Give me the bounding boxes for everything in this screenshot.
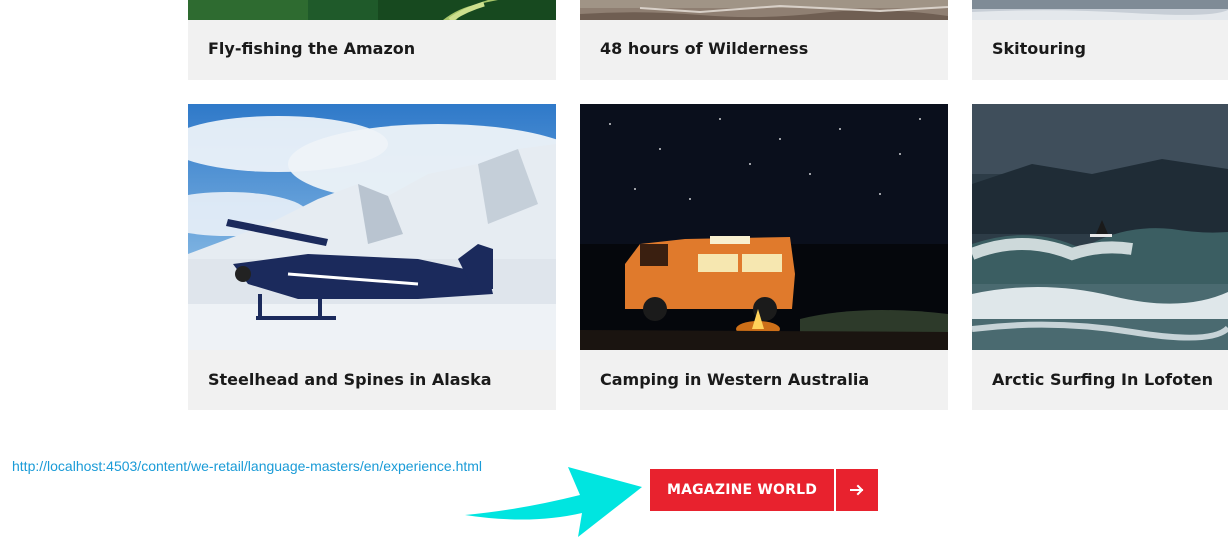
card-title: 48 hours of Wilderness: [600, 39, 809, 58]
surfer-wave-photo: [972, 104, 1228, 350]
rocky-shore-photo: [580, 0, 948, 20]
status-bar-url: http://localhost:4503/content/we-retail/…: [12, 458, 483, 474]
card-fly-fishing-amazon[interactable]: Fly-fishing the Amazon: [188, 0, 556, 80]
card-48-hours-wilderness[interactable]: 48 hours of Wilderness: [580, 0, 948, 80]
magazine-world-label: MAGAZINE WORLD: [666, 482, 818, 498]
snow-slope-photo: [972, 0, 1228, 20]
card-title: Camping in Western Australia: [600, 370, 870, 389]
card-title: Skitouring: [992, 39, 1086, 58]
magazine-world-button[interactable]: MAGAZINE WORLD: [650, 469, 834, 511]
arrow-right-icon: [850, 484, 864, 496]
magazine-world-arrow-button[interactable]: [836, 469, 878, 511]
bush-plane-on-snow-photo: [188, 104, 556, 350]
campervan-night-photo: [580, 104, 948, 350]
card-title: Arctic Surfing In Lofoten: [992, 370, 1213, 389]
cyan-pointer-arrow-icon: [465, 467, 642, 537]
card-arctic-surfing-lofoten[interactable]: Arctic Surfing In Lofoten: [972, 104, 1228, 410]
river-aerial-photo: [188, 0, 556, 20]
card-steelhead-alaska[interactable]: Steelhead and Spines in Alaska: [188, 104, 556, 410]
card-title: Steelhead and Spines in Alaska: [208, 370, 492, 389]
card-camping-western-australia[interactable]: Camping in Western Australia: [580, 104, 948, 410]
card-skitouring[interactable]: Skitouring: [972, 0, 1228, 80]
card-title: Fly-fishing the Amazon: [208, 39, 416, 58]
